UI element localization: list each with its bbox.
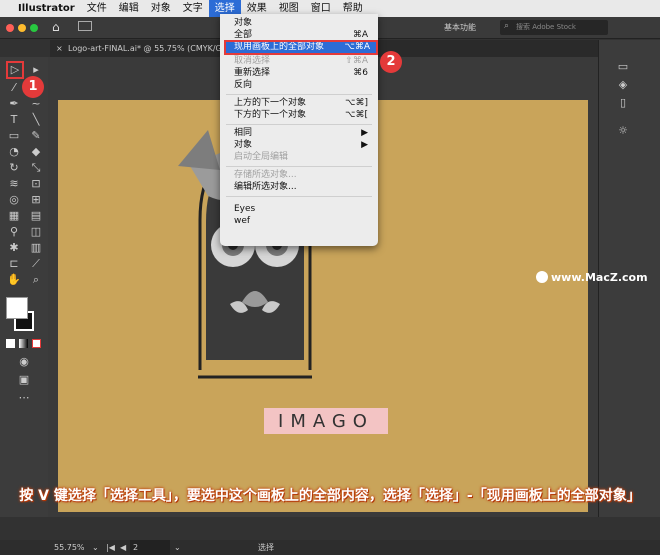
document-title: Logo-art-FINAL.ai* @ 55.75% (CMYK/GPU 预 bbox=[68, 44, 243, 53]
arrange-documents-icon[interactable] bbox=[78, 21, 92, 31]
menu-item-deselect: 取消选择 ⇧⌘A bbox=[234, 56, 368, 66]
slice-tool-icon[interactable]: ⟋ bbox=[28, 257, 44, 271]
rotate-tool-icon[interactable]: ↻ bbox=[6, 161, 22, 175]
menu-separator bbox=[226, 166, 372, 167]
color-mode-icon[interactable] bbox=[6, 339, 15, 348]
eyedropper-tool-icon[interactable]: ⚲ bbox=[6, 225, 22, 239]
first-artboard-icon[interactable]: |◀ bbox=[106, 540, 115, 555]
mesh-tool-icon[interactable]: ▦ bbox=[6, 209, 22, 223]
submenu-arrow-icon: ▶ bbox=[361, 140, 368, 150]
minimize-window-button[interactable] bbox=[18, 24, 26, 32]
selection-tool-icon[interactable]: ▷ bbox=[6, 61, 24, 79]
prev-artboard-icon[interactable]: ◀ bbox=[120, 540, 126, 555]
search-icon: ⌕ bbox=[504, 21, 510, 31]
menu-separator bbox=[226, 196, 372, 197]
watermark: www.MacZ.com bbox=[536, 271, 648, 284]
eraser-tool-icon[interactable]: ◆ bbox=[28, 145, 44, 159]
line-tool-icon[interactable]: ╲ bbox=[28, 113, 44, 127]
brightness-panel-icon[interactable]: ☼ bbox=[615, 124, 631, 138]
menu-file[interactable]: 文件 bbox=[81, 0, 113, 17]
gradient-tool-icon[interactable]: ▤ bbox=[28, 209, 44, 223]
graph-tool-icon[interactable]: ▥ bbox=[28, 241, 44, 255]
magic-wand-tool-icon[interactable]: ⁄ bbox=[6, 81, 22, 95]
zoom-tool-icon[interactable]: ⌕ bbox=[28, 273, 44, 287]
type-tool-icon[interactable]: T bbox=[6, 113, 22, 127]
pen-tool-icon[interactable]: ✒ bbox=[6, 97, 22, 111]
menu-item-object[interactable]: 对象 bbox=[234, 18, 374, 29]
none-mode-icon[interactable] bbox=[32, 339, 41, 348]
workspace-switcher[interactable]: 基本功能 bbox=[444, 22, 476, 33]
libraries-panel-icon[interactable]: ▯ bbox=[615, 96, 631, 110]
gradient-mode-icon[interactable] bbox=[19, 339, 28, 348]
artboard-tool-icon[interactable]: ⊏ bbox=[6, 257, 22, 271]
menu-item-inverse[interactable]: 反向 bbox=[234, 80, 374, 91]
width-tool-icon[interactable]: ≋ bbox=[6, 177, 22, 191]
menu-item-all[interactable]: 全部 ⌘A bbox=[234, 30, 374, 41]
step-badge-1: 1 bbox=[22, 76, 44, 98]
search-placeholder: 搜索 Adobe Stock bbox=[516, 23, 576, 31]
screen-mode-icon[interactable]: ▣ bbox=[16, 373, 32, 387]
step-badge-2: 2 bbox=[380, 51, 402, 73]
status-bar: 55.75% ⌄ |◀ ◀ 2 ⌄ 选择 bbox=[0, 540, 660, 555]
symbol-sprayer-tool-icon[interactable]: ✱ bbox=[6, 241, 22, 255]
menu-item-next-object-below[interactable]: 下方的下一个对象 ⌥⌘[ bbox=[234, 110, 374, 121]
curvature-tool-icon[interactable]: ~ bbox=[28, 97, 44, 111]
drawing-modes-icon[interactable]: ◉ bbox=[16, 355, 32, 369]
artboard-dropdown-icon[interactable]: ⌄ bbox=[174, 540, 181, 555]
menu-item-all-on-active-artboard[interactable]: 现用画板上的全部对象 ⌥⌘A bbox=[224, 40, 378, 55]
close-window-button[interactable] bbox=[6, 24, 14, 32]
current-tool-status: 选择 bbox=[258, 543, 274, 552]
select-dropdown-menu: 对象 全部 ⌘A 现用画板上的全部对象 ⌥⌘A 取消选择 ⇧⌘A 重新选择 ⌘6 反向 … bbox=[220, 14, 378, 246]
zoom-window-button[interactable] bbox=[30, 24, 38, 32]
shape-builder-tool-icon[interactable]: ◎ bbox=[6, 193, 22, 207]
menu-item-next-object-above[interactable]: 上方的下一个对象 ⌥⌘] bbox=[234, 98, 374, 109]
hand-tool-icon[interactable]: ✋ bbox=[6, 273, 22, 287]
shaper-tool-icon[interactable]: ◔ bbox=[6, 145, 22, 159]
zoom-level[interactable]: 55.75% bbox=[54, 540, 85, 555]
tools-panel: ▷ ▸ ⁄ ℓ ✒ ~ T ╲ ▭ ✎ ◔ ◆ ↻ ⤡ ≋ ⊡ ◎ ⊞ ▦ ▤ … bbox=[0, 57, 48, 517]
menu-item-reselect[interactable]: 重新选择 ⌘6 bbox=[234, 68, 374, 79]
menu-item-object-submenu[interactable]: 对象 ▶ bbox=[234, 140, 374, 151]
menu-item-edit-selection[interactable]: 编辑所选对象... bbox=[234, 182, 374, 193]
menu-separator bbox=[226, 124, 372, 125]
app-menu[interactable]: Illustrator bbox=[12, 0, 81, 17]
fill-color-swatch[interactable] bbox=[6, 297, 28, 319]
watermark-text: www.MacZ.com bbox=[551, 271, 648, 284]
scale-tool-icon[interactable]: ⤡ bbox=[28, 161, 44, 175]
tutorial-caption: 按 V 键选择「选择工具」，要选中这个画板上的全部内容，选择「选择」-「现用画板… bbox=[19, 488, 641, 504]
logo-text-box[interactable]: IMAGO bbox=[264, 408, 388, 434]
menu-item-saved-eyes[interactable]: Eyes bbox=[234, 204, 374, 215]
menu-type[interactable]: 文字 bbox=[177, 0, 209, 17]
perspective-grid-tool-icon[interactable]: ⊞ bbox=[28, 193, 44, 207]
zoom-dropdown-icon[interactable]: ⌄ bbox=[92, 540, 99, 555]
stock-search-input[interactable]: ⌕ 搜索 Adobe Stock bbox=[500, 20, 608, 35]
menu-item-same[interactable]: 相同 ▶ bbox=[234, 128, 374, 139]
menu-item-saved-wef[interactable]: wef bbox=[234, 216, 374, 227]
menu-item-save-selection: 存储所选对象... bbox=[234, 170, 297, 180]
menu-item-start-global-edit: 启动全局编辑 bbox=[234, 152, 289, 162]
direct-selection-tool-icon[interactable]: ▸ bbox=[28, 63, 44, 77]
menu-object[interactable]: 对象 bbox=[145, 0, 177, 17]
logo-text: IMAGO bbox=[278, 411, 374, 432]
layers-panel-icon[interactable]: ◈ bbox=[615, 78, 631, 92]
paintbrush-tool-icon[interactable]: ✎ bbox=[28, 129, 44, 143]
watermark-logo-icon bbox=[536, 271, 548, 283]
more-tools-icon[interactable]: ⋯ bbox=[16, 391, 32, 405]
submenu-arrow-icon: ▶ bbox=[361, 128, 368, 138]
close-tab-icon[interactable]: × bbox=[56, 40, 63, 57]
menu-separator bbox=[226, 94, 372, 95]
menu-edit[interactable]: 编辑 bbox=[113, 0, 145, 17]
home-icon[interactable]: ⌂ bbox=[52, 20, 60, 34]
rectangle-tool-icon[interactable]: ▭ bbox=[6, 129, 22, 143]
free-transform-tool-icon[interactable]: ⊡ bbox=[28, 177, 44, 191]
artboard-number-field[interactable]: 2 bbox=[130, 540, 170, 555]
properties-panel-icon[interactable]: ▭ bbox=[615, 60, 631, 74]
blend-tool-icon[interactable]: ◫ bbox=[28, 225, 44, 239]
